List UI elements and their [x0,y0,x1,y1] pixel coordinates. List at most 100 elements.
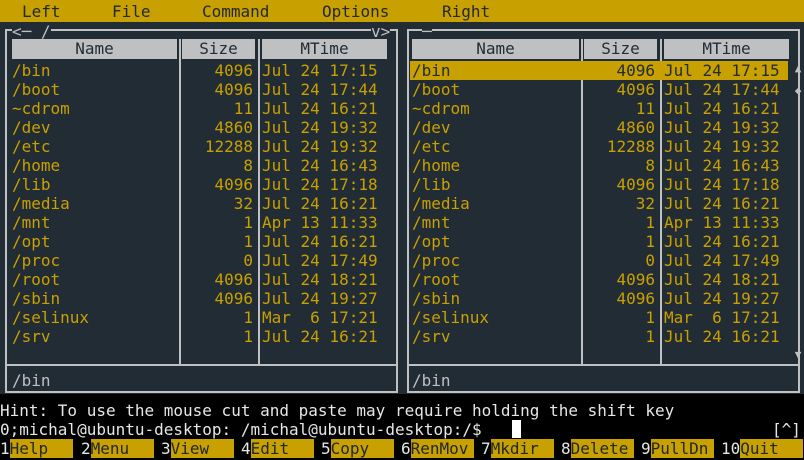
file-mtime: Apr 13 11:33 [664,213,780,232]
file-name: /root [412,270,461,289]
file-size: 4096 [616,289,655,308]
file-mtime: Jul 24 19:32 [262,118,378,137]
right-file-row[interactable]: /root 4096 Jul 24 18:21 [410,270,788,289]
file-name: /bin [12,61,51,80]
scroll-up-icon[interactable]: ▲ [792,62,804,76]
left-file-row[interactable]: /boot 4096 Jul 24 17:44 [10,80,386,99]
file-size: 4096 [616,80,655,99]
file-name: /lib [412,175,451,194]
left-file-row[interactable]: /selinux 1 Mar 6 17:21 [10,308,386,327]
f2-menu-button[interactable]: 2Menu [81,439,154,458]
f4-edit-button[interactable]: 4Edit [241,439,314,458]
right-column-size[interactable]: Size [584,39,657,59]
menu-options[interactable]: Options [322,2,389,21]
right-column-name[interactable]: Name [412,39,579,59]
menu-right[interactable]: Right [442,2,490,21]
right-file-row[interactable]: ~cdrom 11 Jul 24 16:21 [410,99,788,118]
left-file-row[interactable]: /lib 4096 Jul 24 17:18 [10,175,386,194]
left-file-row[interactable]: /bin 4096 Jul 24 17:15 [10,61,386,80]
scroll-thumb-icon[interactable]: ◆ [792,84,804,98]
f1-help-button[interactable]: 1Help [0,439,73,458]
right-file-row[interactable]: /proc 0 Jul 24 17:49 [410,251,788,270]
file-mtime: Jul 24 18:21 [262,270,378,289]
left-file-row[interactable]: /opt 1 Jul 24 16:21 [10,232,386,251]
right-scrollbar[interactable]: ▲ ◆ ▼ [792,62,804,362]
right-file-row[interactable]: /srv 1 Jul 24 16:21 [410,327,788,346]
left-scrollbar[interactable] [390,62,402,362]
file-mtime: Jul 24 17:44 [664,80,780,99]
file-size: 1 [243,308,253,327]
file-name: ~cdrom [412,99,470,118]
f8-delete-button[interactable]: 8Delete [561,439,634,458]
left-file-row[interactable]: /proc 0 Jul 24 17:49 [10,251,386,270]
right-file-row[interactable]: /dev 4860 Jul 24 19:32 [410,118,788,137]
file-name: /etc [412,137,451,156]
menu-command[interactable]: Command [202,2,269,21]
f5-copy-button[interactable]: 5Copy [321,439,394,458]
file-mtime: Jul 24 16:21 [664,99,780,118]
left-file-row[interactable]: /srv 1 Jul 24 16:21 [10,327,386,346]
left-file-row[interactable]: /sbin 4096 Jul 24 19:27 [10,289,386,308]
right-panel[interactable]: ─ Name Size MTime /bin 4096 Jul 24 17:15/b… [402,22,804,394]
file-size: 4096 [616,175,655,194]
file-name: ~cdrom [12,99,70,118]
menu-bar: Left File Command Options Right [0,0,804,22]
file-name: /mnt [412,213,451,232]
left-file-row[interactable]: /etc 12288 Jul 24 19:32 [10,137,386,156]
file-name: /opt [12,232,51,251]
right-file-row[interactable]: /mnt 1 Apr 13 11:33 [410,213,788,232]
right-file-row[interactable]: /opt 1 Jul 24 16:21 [410,232,788,251]
f10-quit-button[interactable]: 10Quit [721,439,804,458]
left-column-mtime[interactable]: MTime [262,39,387,59]
right-file-row[interactable]: /lib 4096 Jul 24 17:18 [410,175,788,194]
file-name: /srv [12,327,51,346]
right-file-row[interactable]: /media 32 Jul 24 16:21 [410,194,788,213]
file-mtime: Jul 24 17:44 [262,80,378,99]
file-size: 12288 [204,137,253,156]
f3-view-button[interactable]: 3View [161,439,234,458]
left-file-row[interactable]: /media 32 Jul 24 16:21 [10,194,386,213]
menu-file[interactable]: File [112,2,151,21]
file-size: 4096 [214,175,253,194]
f6-renmov-button[interactable]: 6RenMov [401,439,474,458]
file-mtime: Jul 24 16:21 [664,327,780,346]
f7-mkdir-button[interactable]: 7Mkdir [481,439,554,458]
file-mtime: Jul 24 17:18 [262,175,378,194]
left-file-row[interactable]: /root 4096 Jul 24 18:21 [10,270,386,289]
right-status-divider [409,364,798,366]
file-name: /boot [12,80,61,99]
left-column-size[interactable]: Size [182,39,255,59]
left-file-row[interactable]: /home 8 Jul 24 16:43 [10,156,386,175]
file-size: 1 [243,232,253,251]
left-column-name[interactable]: Name [12,39,177,59]
left-file-row[interactable]: ~cdrom 11 Jul 24 16:21 [10,99,386,118]
file-mtime: Jul 24 19:32 [262,137,378,156]
file-mtime: Jul 24 16:21 [262,99,378,118]
file-mtime: Jul 24 19:32 [664,118,780,137]
file-size: 1 [243,213,253,232]
right-file-row[interactable]: /boot 4096 Jul 24 17:44 [410,80,788,99]
file-mtime: Jul 24 16:21 [664,194,780,213]
file-mtime: Apr 13 11:33 [262,213,378,232]
menu-left[interactable]: Left [22,2,61,21]
right-column-mtime[interactable]: MTime [664,39,789,59]
scroll-down-icon[interactable]: ▼ [792,348,804,362]
right-file-row[interactable]: /home 8 Jul 24 16:43 [410,156,788,175]
left-panel[interactable]: <─ / v> Name Size MTime /bin 4096 Jul 24 1… [0,22,402,394]
left-file-row[interactable]: /dev 4860 Jul 24 19:32 [10,118,386,137]
command-history-toggle[interactable]: [^] [772,420,801,439]
file-mtime: Jul 24 19:27 [664,289,780,308]
right-file-row[interactable]: /sbin 4096 Jul 24 19:27 [410,289,788,308]
file-mtime: Mar 6 17:21 [262,308,378,327]
file-mtime: Jul 24 16:43 [664,156,780,175]
left-file-row[interactable]: /mnt 1 Apr 13 11:33 [10,213,386,232]
right-file-row[interactable]: /etc 12288 Jul 24 19:32 [410,137,788,156]
file-size: 8 [243,156,253,175]
file-mtime: Jul 24 19:27 [262,289,378,308]
f9-pulldn-button[interactable]: 9PullDn [641,439,714,458]
right-file-row[interactable]: /bin 4096 Jul 24 17:15 [410,61,788,80]
file-mtime: Jul 24 17:49 [664,251,780,270]
command-prompt[interactable]: 0;michal@ubuntu-desktop: /michal@ubuntu-… [0,420,482,439]
left-status-divider [7,364,396,366]
right-file-row[interactable]: /selinux 1 Mar 6 17:21 [410,308,788,327]
